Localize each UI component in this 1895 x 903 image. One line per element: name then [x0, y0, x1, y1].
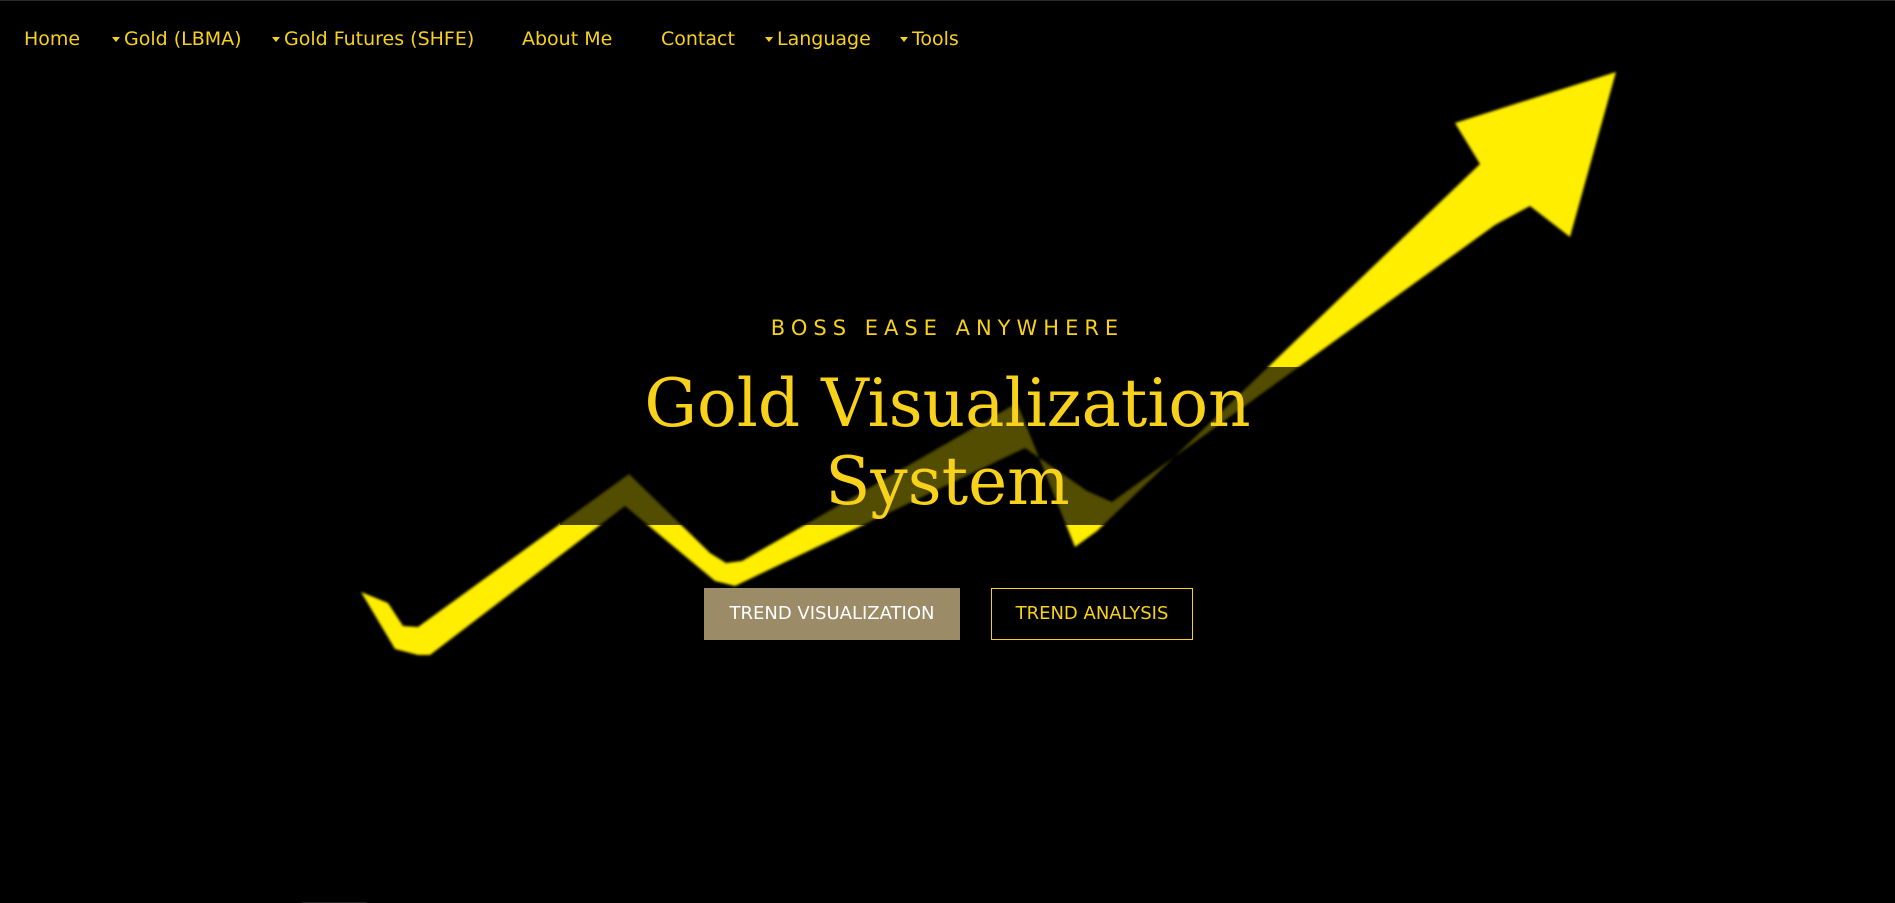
top-nav: Home Gold (LBMA) Gold Futures (SHFE) Abo…: [0, 1, 1895, 75]
hero-section: BOSS EASE ANYWHERE Gold Visualization Sy…: [0, 1, 1895, 903]
nav-item-about-me[interactable]: About Me: [522, 27, 612, 51]
nav-item-gold-futures-shfe[interactable]: Gold Futures (SHFE): [272, 27, 474, 51]
nav-item-gold-lbma[interactable]: Gold (LBMA): [112, 27, 242, 51]
caret-down-icon: [765, 37, 773, 42]
page-title: Gold Visualization System: [0, 365, 1895, 521]
caret-down-icon: [900, 37, 908, 42]
trend-analysis-button[interactable]: TREND ANALYSIS: [991, 588, 1193, 640]
nav-item-label: Gold Futures (SHFE): [284, 28, 475, 50]
nav-item-label: Gold (LBMA): [124, 28, 242, 50]
nav-item-contact[interactable]: Contact: [661, 27, 735, 51]
nav-item-label: Language: [777, 28, 871, 50]
hero-eyebrow: BOSS EASE ANYWHERE: [770, 316, 1125, 340]
page-title-line-1: Gold Visualization: [644, 365, 1251, 442]
nav-item-label: Tools: [912, 28, 959, 50]
nav-item-label: Contact: [661, 28, 735, 50]
nav-item-label: Home: [24, 28, 81, 50]
landing-page: Home Gold (LBMA) Gold Futures (SHFE) Abo…: [0, 0, 1895, 903]
nav-item-label: About Me: [522, 28, 613, 50]
nav-item-home[interactable]: Home: [24, 27, 80, 51]
page-title-line-2: System: [825, 443, 1070, 520]
caret-down-icon: [272, 37, 280, 42]
nav-item-tools[interactable]: Tools: [900, 27, 959, 51]
trend-visualization-button[interactable]: TREND VISUALIZATION: [704, 588, 960, 640]
caret-down-icon: [112, 37, 120, 42]
nav-item-language[interactable]: Language: [765, 27, 871, 51]
